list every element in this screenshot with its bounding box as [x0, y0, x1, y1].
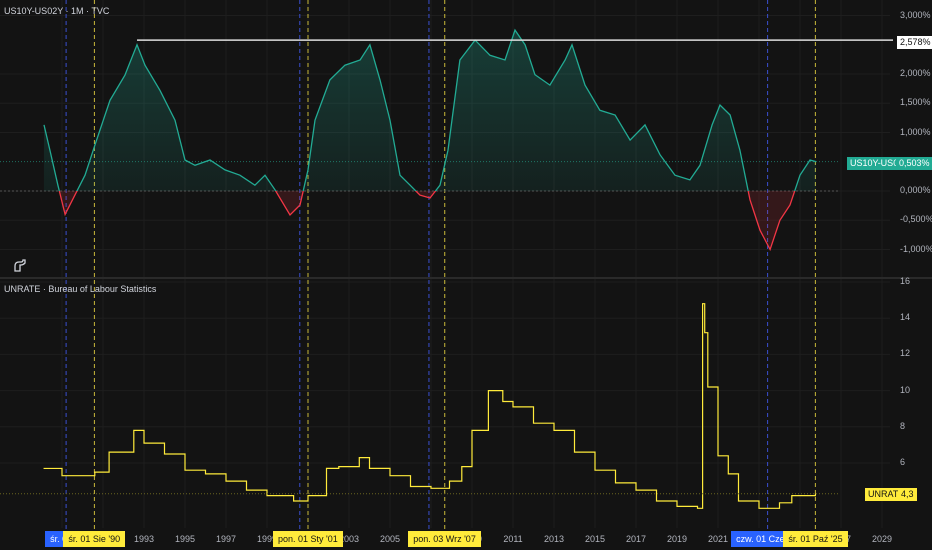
y-axis-tick: 14 — [900, 312, 911, 323]
y-axis-tick: 0,000% — [900, 185, 931, 195]
last-value-spread: 0,503% — [896, 157, 932, 170]
x-axis-tick: 2017 — [625, 534, 647, 544]
y-axis-tick: 3,000% — [900, 9, 931, 20]
date-marker-label-yellow[interactable]: pon. 03 Wrz '07 — [408, 531, 481, 547]
y-axis-tick: 1,000% — [900, 126, 931, 137]
y-axis-tick: 8 — [900, 420, 906, 431]
y-axis-tick: -0,500% — [900, 214, 932, 225]
date-marker-label-yellow[interactable]: pon. 01 Sty '01 — [273, 531, 343, 547]
top-pane-legend[interactable]: US10Y-US02Y · 1M · TVC — [4, 6, 109, 16]
x-axis-tick: 2021 — [707, 534, 729, 544]
x-axis-tick: 2019 — [666, 534, 688, 544]
y-axis-tick: 16 — [900, 276, 911, 286]
date-marker-label-yellow[interactable]: śr. 01 Paź '25 — [783, 531, 848, 547]
x-axis-tick: 1993 — [133, 534, 155, 544]
chart-canvas[interactable] — [0, 0, 932, 550]
x-axis-tick: 1997 — [215, 534, 237, 544]
date-marker-label-yellow[interactable]: śr. 01 Sie '90 — [63, 531, 126, 547]
x-axis-tick: 2011 — [503, 534, 523, 544]
hline-price-label[interactable]: 2,578% — [896, 35, 932, 50]
unrate-line — [43, 303, 816, 509]
x-axis-tick: 2029 — [871, 534, 893, 544]
y-axis-tick: 12 — [900, 348, 911, 359]
tradingview-logo-icon — [12, 257, 28, 273]
y-axis-tick: -1,000% — [900, 243, 932, 254]
spread-area-positive — [43, 30, 816, 191]
last-value-unrate: 4,3 — [898, 488, 917, 501]
bottom-pane-legend[interactable]: UNRATE · Bureau of Labour Statistics — [4, 284, 156, 294]
y-axis-tick: 1,500% — [900, 97, 931, 108]
x-axis-tick: 2013 — [543, 534, 565, 544]
x-axis-tick: 2005 — [379, 534, 401, 544]
y-axis-tick: 6 — [900, 457, 906, 467]
y-axis-tick: 2,000% — [900, 68, 931, 78]
x-axis-tick: 2015 — [584, 534, 606, 544]
x-axis-tick: 1995 — [174, 534, 196, 544]
y-axis-tick: 10 — [900, 384, 911, 395]
